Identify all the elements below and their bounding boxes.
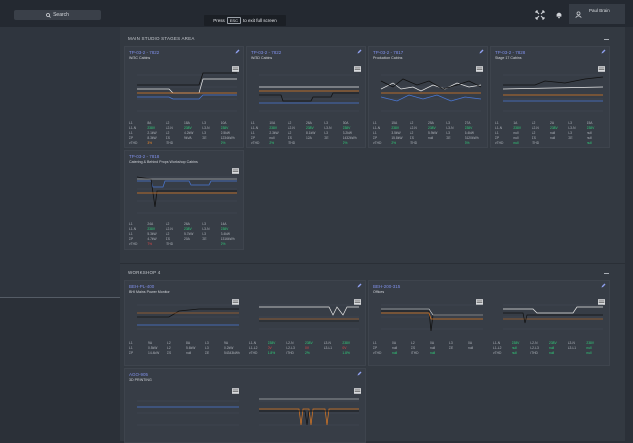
- panel-subtitle: 3D PRINTING: [129, 378, 152, 382]
- panel-title[interactable]: BEH-PL-400: [129, 284, 154, 289]
- section-title-workshop: WORKSHOP 4: [128, 270, 161, 275]
- panel-title[interactable]: TP-03-2 - 7822: [129, 50, 159, 55]
- stats-block: L1 15A L2 25A L3 27A L1-N 238V L2-N 238V L3-N 238V…: [373, 121, 479, 145]
- search-button[interactable]: Search: [14, 10, 101, 20]
- edit-icon[interactable]: [357, 283, 362, 288]
- power-chart: [137, 72, 237, 112]
- section-divider: [120, 263, 625, 264]
- search-icon: [46, 12, 51, 18]
- panel-title[interactable]: TP-03-2 - 7822: [251, 50, 281, 55]
- search-label: Search: [53, 12, 69, 18]
- panel-subtitle: Stage 17 Cabins: [495, 56, 522, 60]
- panel-subtitle: Production Cabins: [373, 56, 403, 60]
- panel-subtitle: Offices: [373, 290, 385, 294]
- meter-panel-5: TP-03-2 - 7818 Catering & Behind Props W…: [124, 150, 244, 250]
- stats-block: L1 24A L2 26A L3 14A L1-N 238V L2-N 238V L3-N 238V…: [129, 222, 235, 246]
- power-chart: [381, 304, 603, 332]
- stats-block: L1 10A L2 26A L3 30A L1-N 238V L2-N 238V L3-N 238V…: [251, 121, 357, 145]
- user-menu[interactable]: Paul Brain: [569, 4, 625, 24]
- edit-icon[interactable]: [479, 49, 484, 54]
- side-panel: [0, 27, 121, 298]
- panel-subtitle: BHI Mains Power Monitor: [129, 290, 170, 294]
- stats-block: L1-N 238V L2-N 238V L3-N 238V L1-L2 0V L2-L3 0V L…: [249, 341, 351, 355]
- edit-icon[interactable]: [357, 49, 362, 54]
- dashboard-main: MAIN STUDIO STAGES AREA TP-03-2 - 7822 W…: [120, 27, 625, 443]
- meter-panel-1: TP-03-2 - 7822 W/3C Cabins L1 8A L2 18A L3 10…: [124, 46, 244, 148]
- power-chart: [137, 398, 359, 426]
- meter-panel-4: TP-03-2 - 7828 Stage 17 Cabins L1 1A L2 2A L…: [490, 46, 610, 148]
- expand-icon[interactable]: [535, 10, 545, 20]
- stats-block: L1-N 238V L2-N 238V L3-N 238V L1-L2 null L2-L3 n…: [493, 341, 595, 355]
- user-name: Paul Brain: [589, 8, 610, 13]
- power-chart: [502, 74, 604, 112]
- edit-icon[interactable]: [601, 49, 606, 54]
- table-icon[interactable]: [354, 388, 361, 394]
- stats-block: L1 0A L2 0A L3 0A ΣP null ΣS null ΣE null vTHD null…: [373, 341, 474, 355]
- collapse-icon[interactable]: [604, 273, 609, 274]
- table-icon[interactable]: [232, 388, 239, 394]
- stats-block: L1 8A L2 18A L3 10A L1-N 238V L2-N 238V L3-N 238V …: [129, 121, 235, 145]
- fullscreen-banner-pre: Press: [213, 18, 225, 23]
- top-bar: Search Press ESC to exit full screen Pau…: [0, 0, 633, 27]
- fullscreen-banner: Press ESC to exit full screen: [204, 15, 286, 26]
- power-chart: [380, 74, 482, 112]
- user-icon: [575, 11, 582, 18]
- meter-panel-2: TP-03-2 - 7822 W/3D Cabins L1 10A L2 26A L3 3…: [246, 46, 366, 148]
- fullscreen-banner-post: to exit full screen: [242, 18, 277, 23]
- panel-title[interactable]: TP-03-2 - 7828: [495, 50, 525, 55]
- section-title-main-studio: MAIN STUDIO STAGES AREA: [128, 36, 195, 41]
- edit-icon[interactable]: [235, 49, 240, 54]
- edit-icon[interactable]: [357, 371, 362, 376]
- panel-title[interactable]: BEH-200-315: [373, 284, 400, 289]
- power-chart: [259, 74, 359, 112]
- stats-block: L1 1A L2 2A L3 15A L1-N 238V L2-N 238V L3-N 238V L…: [495, 121, 595, 145]
- meter-panel-6: BEH-PL-400 BHI Mains Power Monitor L1 9A L…: [124, 280, 366, 366]
- fullscreen-key: ESC: [226, 17, 241, 24]
- power-chart: [137, 304, 359, 330]
- panel-subtitle: W/3C Cabins: [129, 56, 151, 60]
- collapse-icon[interactable]: [604, 39, 609, 40]
- panel-subtitle: Catering & Behind Props Workshop Cabins: [129, 160, 198, 164]
- meter-panel-3: TP-03-2 - 7817 Production Cabins L1 15A L2…: [368, 46, 488, 148]
- panel-title[interactable]: AGO-905: [129, 372, 148, 377]
- meter-panel-8: AGO-905 3D PRINTING: [124, 368, 366, 443]
- edit-icon[interactable]: [601, 283, 606, 288]
- notification-icon[interactable]: [555, 11, 563, 19]
- panel-title[interactable]: TP-03-2 - 7818: [129, 154, 159, 159]
- power-chart: [136, 176, 237, 214]
- meter-panel-7: BEH-200-315 Offices L1 0A L2 0A L3 0A ΣP null Σ…: [368, 280, 610, 366]
- stats-block: L1 9A L2 8A L3 9A L1 0.5kW L2 5.6kW L3 0.2kW ΣP 14.…: [129, 341, 240, 355]
- panel-subtitle: W/3D Cabins: [251, 56, 273, 60]
- panel-title[interactable]: TP-03-2 - 7817: [373, 50, 403, 55]
